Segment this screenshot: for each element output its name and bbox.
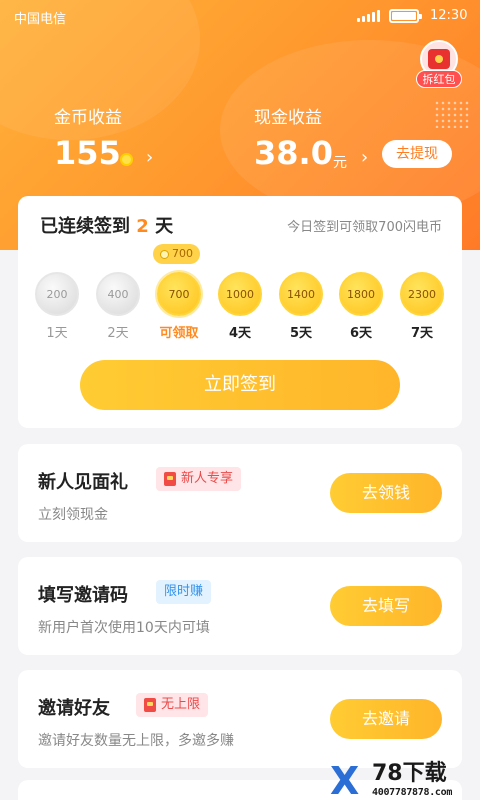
task-desc: 立刻领现金	[38, 507, 108, 523]
chevron-right-icon[interactable]: ›	[146, 147, 153, 168]
carrier-name: 中国电信	[14, 12, 67, 27]
site-watermark: X 78下载 4007787878.com	[330, 762, 480, 800]
watermark-url: 4007787878.com	[372, 787, 453, 798]
signin-day-1: 200 1天	[32, 272, 82, 341]
task-title: 填写邀请码	[38, 585, 128, 606]
coin-icon	[160, 249, 169, 259]
day-label: 4天	[228, 326, 252, 341]
red-envelope-icon	[164, 472, 176, 486]
day-coin: 1400	[279, 272, 323, 316]
coin-earnings-value[interactable]: 155	[54, 134, 121, 172]
battery-icon	[389, 9, 422, 23]
day-coin[interactable]: 700	[157, 272, 201, 316]
day-label: 6天	[349, 326, 373, 341]
decor-dots	[434, 100, 470, 128]
coin-earnings-label: 金币收益	[54, 108, 122, 128]
signin-hint: 今日签到可领取700闪电币	[287, 220, 442, 235]
task-card: 新人见面礼 新人专享 立刻领现金 去领钱	[18, 444, 462, 542]
claim-cash-button[interactable]: 去领钱	[330, 473, 442, 513]
watermark-logo-icon: X	[330, 762, 370, 800]
signin-day-2: 400 2天	[93, 272, 143, 341]
signin-day-3[interactable]: 700 可领取	[154, 272, 204, 341]
invite-friends-button[interactable]: 去邀请	[330, 699, 442, 739]
day-coin: 200	[35, 272, 79, 316]
clock: 12:30	[430, 8, 468, 23]
day-coin: 2300	[400, 272, 444, 316]
red-packet-button[interactable]: 拆红包	[416, 40, 462, 88]
signin-day-6: 1800 6天	[336, 272, 386, 341]
today-reward-amount: 700	[172, 247, 193, 260]
task-tag-label: 限时赚	[164, 584, 204, 599]
task-tag: 新人专享	[156, 467, 242, 491]
red-packet-label: 拆红包	[416, 70, 462, 88]
day-coin: 400	[96, 272, 140, 316]
task-card: 邀请好友 无上限 邀请好友数量无上限，多邀多赚 去邀请	[18, 670, 462, 768]
signin-card: 已连续签到 2 天 今日签到可领取700闪电币 700 200 1天 400 2…	[18, 196, 462, 428]
cash-earnings-value[interactable]: 38.0	[254, 134, 333, 172]
day-label: 5天	[289, 326, 313, 341]
signal-icon	[357, 10, 380, 22]
watermark-logo-letter: X	[330, 759, 360, 800]
signin-title-suffix: 天	[155, 216, 174, 237]
task-title: 新人见面礼	[38, 472, 128, 493]
signin-day-7: 2300 7天	[397, 272, 447, 341]
red-envelope-icon	[144, 698, 156, 712]
task-title: 邀请好友	[38, 698, 110, 719]
task-card: 填写邀请码 限时赚 新用户首次使用10天内可填 去填写	[18, 557, 462, 655]
task-tag-label: 新人专享	[181, 471, 234, 486]
cash-earnings-label: 现金收益	[254, 108, 322, 128]
day-coin: 1800	[339, 272, 383, 316]
task-tag: 限时赚	[156, 580, 212, 604]
status-bar: 中国电信 12:30	[0, 0, 480, 32]
signin-title: 已连续签到 2 天	[40, 212, 173, 238]
signin-day-5: 1400 5天	[276, 272, 326, 341]
coin-icon	[120, 153, 133, 166]
day-coin: 1000	[218, 272, 262, 316]
day-label: 7天	[410, 326, 434, 341]
signin-button[interactable]: 立即签到	[80, 360, 400, 410]
signin-days-count: 2	[136, 216, 149, 237]
fill-invite-code-button[interactable]: 去填写	[330, 586, 442, 626]
watermark-name: 78下载	[372, 761, 447, 786]
task-desc: 新用户首次使用10天内可填	[38, 620, 210, 636]
signin-day-4: 1000 4天	[215, 272, 265, 341]
chevron-right-icon[interactable]: ›	[361, 147, 368, 168]
day-label: 1天	[46, 326, 68, 341]
day-label: 2天	[107, 326, 129, 341]
withdraw-button[interactable]: 去提现	[382, 140, 452, 168]
cash-unit: 元	[333, 155, 347, 171]
task-tag-label: 无上限	[161, 697, 201, 712]
signin-title-prefix: 已连续签到	[40, 216, 130, 237]
day-label: 可领取	[159, 326, 199, 341]
task-tag: 无上限	[136, 693, 209, 717]
today-reward-badge: 700	[153, 244, 200, 264]
task-desc: 邀请好友数量无上限，多邀多赚	[38, 733, 234, 749]
